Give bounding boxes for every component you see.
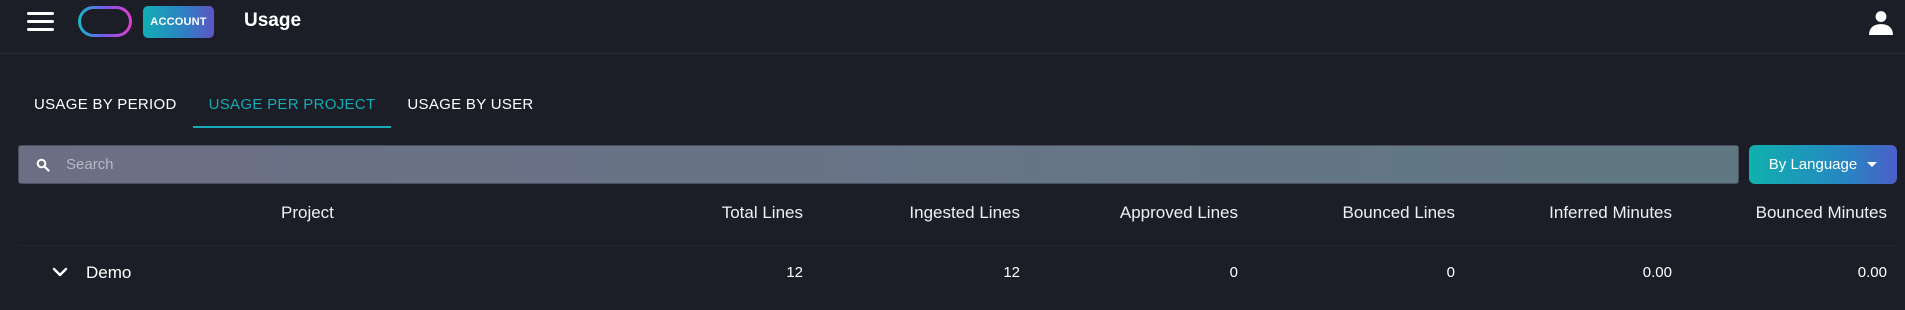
cell-approved-lines: 0 [1229,264,1238,281]
tab-usage-per-project[interactable]: USAGE PER PROJECT [192,88,392,128]
user-icon[interactable] [1868,9,1894,35]
search-input[interactable] [66,146,1716,183]
column-header-approved-lines[interactable]: Approved Lines [1090,203,1238,223]
cell-total-lines: 12 [786,264,803,281]
column-header-total-lines[interactable]: Total Lines [700,203,803,223]
hamburger-menu-icon[interactable] [27,12,54,32]
cell-bounced-minutes: 0.00 [1857,264,1887,281]
project-name[interactable]: Demo [86,263,131,283]
cell-inferred-minutes: 0.00 [1642,264,1672,281]
search-icon [36,158,50,172]
app-logo[interactable] [78,6,132,37]
search-bar [18,145,1739,184]
cell-ingested-lines: 12 [1003,264,1020,281]
account-button[interactable]: ACCOUNT [143,6,214,38]
column-header-bounced-minutes[interactable]: Bounced Minutes [1720,203,1887,223]
caret-down-icon [1867,162,1878,167]
page-title: Usage [244,10,302,31]
column-header-project[interactable]: Project [281,203,334,223]
group-by-label: By Language [1768,156,1858,173]
cell-bounced-lines: 0 [1446,264,1455,281]
usage-tabs: USAGE BY PERIOD USAGE PER PROJECT USAGE … [18,88,550,128]
column-header-inferred-minutes[interactable]: Inferred Minutes [1510,203,1672,223]
tab-usage-by-period[interactable]: USAGE BY PERIOD [18,88,193,128]
group-by-language-dropdown[interactable]: By Language [1749,145,1897,184]
chevron-down-icon[interactable] [52,266,68,278]
app-header: ACCOUNT Usage [0,0,1905,54]
column-header-bounced-lines[interactable]: Bounced Lines [1310,203,1455,223]
tab-usage-by-user[interactable]: USAGE BY USER [391,88,549,128]
column-header-ingested-lines[interactable]: Ingested Lines [880,203,1020,223]
